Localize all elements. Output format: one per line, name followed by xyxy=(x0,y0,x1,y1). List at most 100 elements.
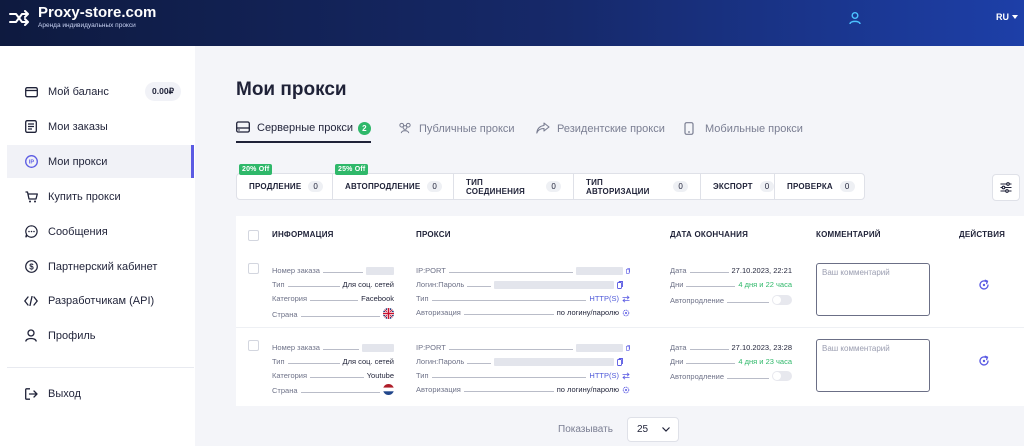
sliders-icon xyxy=(1000,182,1012,193)
sidebar-item-balance[interactable]: Мой баланс 0.00₽ xyxy=(7,75,194,108)
user-icon xyxy=(24,329,38,343)
promo-badge: 20% Off xyxy=(239,164,273,175)
per-page-label: Показывать xyxy=(558,424,613,435)
ip-port-cell: IP:PORT xyxy=(416,265,630,275)
filter-label: ПРОДЛЕНИЕ xyxy=(249,182,302,191)
type-cell: Тип Для соц. сетей xyxy=(272,279,394,289)
cell-label: Тип xyxy=(272,280,285,289)
filter-bar: 20% Off ПРОДЛЕНИЕ 0 25% Off АВТОПРОДЛЕНИ… xyxy=(236,164,865,200)
type-value: Для соц. сетей xyxy=(342,280,394,289)
cell-label: IP:PORT xyxy=(416,343,446,352)
sidebar-item-profile[interactable]: Профиль xyxy=(7,319,194,352)
auth-type-button[interactable]: ТИП АВТОРИЗАЦИИ 0 xyxy=(573,173,701,200)
filter-label: АВТОПРОДЛЕНИЕ xyxy=(345,182,421,191)
logout-icon xyxy=(24,387,38,401)
brand-name: Proxy-store.com xyxy=(38,4,157,21)
hidden-value xyxy=(494,358,615,366)
auth-value: по логину/паролю xyxy=(556,385,619,394)
swap-icon[interactable] xyxy=(622,295,630,303)
filter-label: ТИП АВТОРИЗАЦИИ xyxy=(586,177,650,196)
tab-server-proxies[interactable]: Серверные прокси 2 xyxy=(236,115,371,143)
cell-label: Дата xyxy=(670,266,687,275)
sidebar-item-messages[interactable]: Сообщения xyxy=(7,215,194,248)
columns-settings-button[interactable] xyxy=(992,174,1020,201)
autorenew-button[interactable]: 25% Off АВТОПРОДЛЕНИЕ 0 xyxy=(332,164,454,200)
days-cell: Дни 4 дня и 23 часа xyxy=(670,356,792,366)
date-cell: Дата 27.10.2023, 22:21 xyxy=(670,265,792,275)
check-button[interactable]: ПРОВЕРКА 0 xyxy=(774,173,865,200)
category-value: Youtube xyxy=(366,371,394,380)
filter-count: 0 xyxy=(427,181,443,192)
gear-icon[interactable] xyxy=(622,386,630,394)
select-all-checkbox[interactable] xyxy=(248,230,259,241)
sidebar-item-orders[interactable]: Мои заказы xyxy=(7,110,194,143)
type-cell: Тип Для соц. сетей xyxy=(272,356,394,366)
cell-label: Дни xyxy=(670,280,684,289)
autorenew-toggle[interactable] xyxy=(772,295,792,305)
user-account-icon[interactable] xyxy=(848,11,862,25)
date-cell: Дата 27.10.2023, 23:28 xyxy=(670,342,792,352)
sidebar-item-logout[interactable]: Выход xyxy=(7,377,194,410)
sidebar-item-label: Разработчикам (API) xyxy=(48,294,155,307)
autorenew-toggle[interactable] xyxy=(772,371,792,381)
filter-label: ЭКСПОРТ xyxy=(713,182,753,191)
hidden-value xyxy=(494,281,615,289)
filter-count: 0 xyxy=(839,181,855,192)
sidebar-item-label: Мой баланс xyxy=(48,85,109,98)
filter-label: ПРОВЕРКА xyxy=(787,182,833,191)
logo-icon xyxy=(9,9,29,26)
tab-public-proxies[interactable]: Публичные прокси xyxy=(398,115,515,143)
sidebar-item-partner[interactable]: $ Партнерский кабинет xyxy=(7,250,194,283)
sidebar-divider xyxy=(7,367,194,368)
filter-count: 0 xyxy=(673,181,688,192)
cell-label: Дни xyxy=(670,357,684,366)
filter-count: 0 xyxy=(308,181,324,192)
refresh-icon[interactable] xyxy=(978,355,990,367)
refresh-icon[interactable] xyxy=(978,279,990,291)
sidebar-item-my-proxies[interactable]: IP Мои прокси xyxy=(7,145,194,178)
cell-label: Номер заказа xyxy=(272,343,320,352)
renew-button[interactable]: 20% Off ПРОДЛЕНИЕ 0 xyxy=(236,164,333,200)
cell-label: Категория xyxy=(272,294,308,303)
category-cell: Категория Facebook xyxy=(272,293,394,303)
proxy-type-value: HTTP(S) xyxy=(589,294,619,303)
comment-field[interactable]: Ваш комментарий xyxy=(816,339,930,392)
cell-label: IP:PORT xyxy=(416,266,446,275)
comment-field[interactable]: Ваш комментарий xyxy=(816,263,930,316)
country-cell: Страна xyxy=(272,383,394,395)
column-header-comment: КОММЕНТАРИЙ xyxy=(816,230,881,239)
ip-port-cell: IP:PORT xyxy=(416,342,630,352)
server-icon xyxy=(236,121,250,135)
tab-label: Мобильные прокси xyxy=(705,123,803,135)
tab-residential-proxies[interactable]: Резидентские прокси xyxy=(536,115,665,143)
cell-label: Логин:Пароль xyxy=(416,357,465,366)
connection-type-button[interactable]: ТИП СОЕДИНЕНИЯ 0 xyxy=(453,173,574,200)
hidden-value xyxy=(575,344,623,352)
row-checkbox[interactable] xyxy=(248,263,259,274)
sidebar-item-label: Сообщения xyxy=(48,225,108,238)
sidebar-item-buy[interactable]: Купить прокси xyxy=(7,180,194,213)
export-button[interactable]: ЭКСПОРТ 0 xyxy=(700,173,775,200)
autorenew-cell: Автопродление xyxy=(670,293,792,305)
copy-icon[interactable] xyxy=(625,267,630,275)
copy-icon[interactable] xyxy=(617,281,624,289)
sidebar-item-api[interactable]: Разработчикам (API) xyxy=(7,284,194,317)
category-value: Facebook xyxy=(361,294,394,303)
column-header-proxy: ПРОКСИ xyxy=(416,230,451,239)
sidebar-item-label: Мои прокси xyxy=(48,155,108,168)
gear-icon[interactable] xyxy=(622,309,630,317)
language-label: RU xyxy=(996,12,1009,22)
row-checkbox[interactable] xyxy=(248,340,259,351)
brand-tagline: Аренда индивидуальных прокси xyxy=(38,22,136,29)
language-selector[interactable]: RU xyxy=(996,12,1018,22)
sidebar-item-label: Мои заказы xyxy=(48,120,108,133)
tab-mobile-proxies[interactable]: Мобильные прокси xyxy=(684,115,803,143)
auth-cell: Авторизация по логину/паролю xyxy=(416,384,630,394)
per-page-select[interactable]: 25 xyxy=(627,417,679,442)
copy-icon[interactable] xyxy=(625,344,630,352)
balance-badge: 0.00₽ xyxy=(145,82,181,101)
brand-logo[interactable]: Proxy-store.com Аренда индивидуальных пр… xyxy=(8,5,156,30)
copy-icon[interactable] xyxy=(617,358,624,366)
swap-icon[interactable] xyxy=(622,372,630,380)
days-value: 4 дня и 23 часа xyxy=(738,357,792,366)
